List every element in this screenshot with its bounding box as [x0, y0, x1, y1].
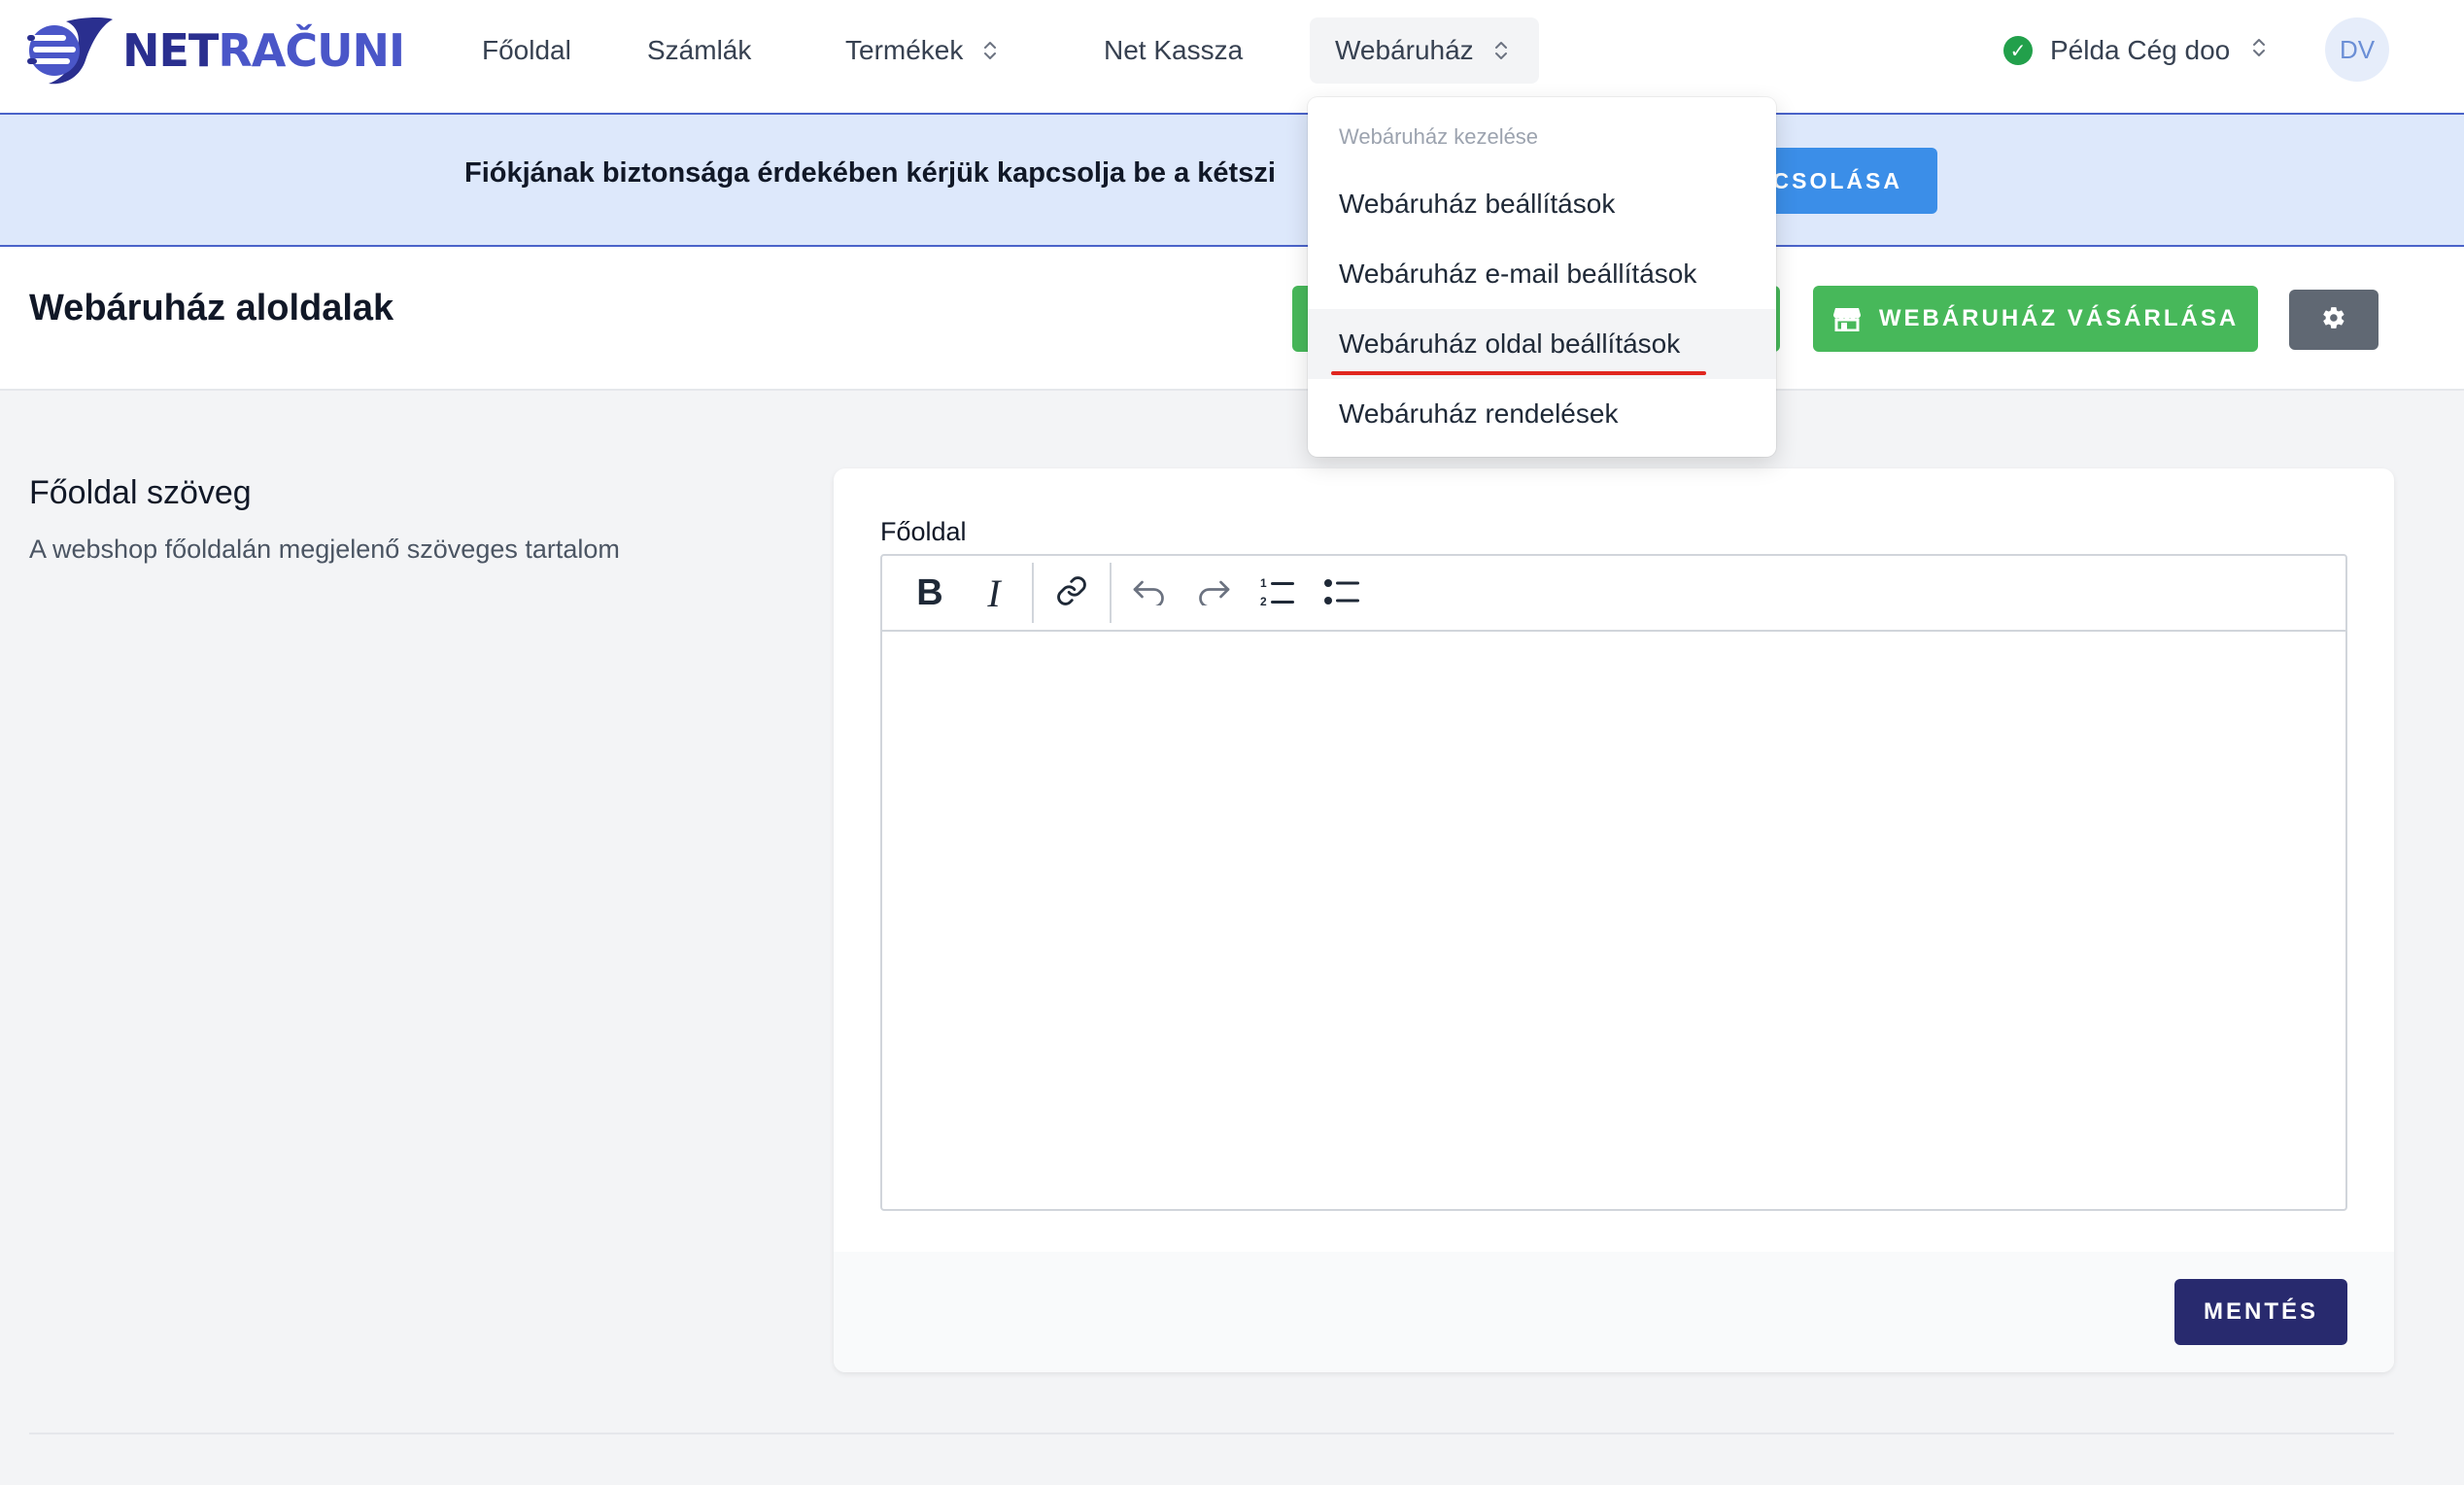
chevron-up-down-icon — [982, 39, 998, 62]
editor-label: Főoldal — [880, 517, 967, 546]
chevron-up-down-icon — [1493, 39, 1509, 62]
svg-text:2: 2 — [1260, 595, 1267, 607]
nav-item-label: Számlák — [647, 35, 752, 65]
undo-button[interactable] — [1117, 561, 1181, 625]
toolbar-divider — [1032, 563, 1034, 623]
link-button[interactable] — [1040, 561, 1104, 625]
save-button[interactable]: MENTÉS — [2174, 1279, 2347, 1345]
bold-button[interactable]: B — [898, 561, 962, 625]
ordered-list-button[interactable]: 1 2 — [1246, 561, 1310, 625]
editor-toolbar: B I 1 2 — [882, 556, 2345, 632]
section-title: Főoldal szöveg — [29, 474, 252, 511]
chevron-up-down-icon — [2251, 35, 2267, 66]
section-description: A webshop főoldalán megjelenő szöveges t… — [29, 535, 620, 564]
nav-item-invoices[interactable]: Számlák — [622, 17, 776, 84]
security-banner: Fiókjának biztonsága érdekében kérjük ka… — [0, 115, 2464, 247]
brand-name: NETRAČUNI — [122, 24, 405, 77]
top-navbar: NETRAČUNI Főoldal Számlák Termékek Net K… — [0, 0, 2464, 115]
menu-item-label: Webáruház e-mail beállítások — [1339, 259, 1697, 289]
dropdown-section-header: Webáruház kezelése — [1339, 124, 1539, 149]
homepage-text-card: Főoldal B I 1 2 MENTÉS — [834, 468, 2394, 1372]
italic-icon: I — [987, 570, 1001, 615]
store-icon — [1832, 306, 1862, 331]
company-name: Példa Cég doo — [2050, 35, 2231, 65]
nav-item-label: Főoldal — [482, 35, 571, 65]
menu-item-label: Webáruház oldal beállítások — [1339, 328, 1681, 359]
nav-item-net-kassza[interactable]: Net Kassza — [1078, 17, 1268, 84]
editor-content-area[interactable] — [882, 632, 2345, 1209]
menu-item-webshop-orders[interactable]: Webáruház rendelések — [1308, 379, 1776, 449]
nav-item-label: Termékek — [845, 35, 964, 65]
buy-webshop-label: WEBÁRUHÁZ VÁSÁRLÁSA — [1878, 305, 2240, 331]
brand-logo[interactable]: NETRAČUNI — [27, 14, 405, 87]
gear-icon — [2321, 305, 2346, 335]
nav-item-products[interactable]: Termékek — [820, 17, 1023, 84]
ordered-list-icon: 1 2 — [1259, 574, 1296, 612]
company-selector[interactable]: ✓ Példa Cég doo — [2003, 17, 2267, 84]
rich-text-editor: B I 1 2 — [880, 554, 2347, 1211]
webshop-dropdown-menu: Webáruház kezelése Webáruház beállítások… — [1308, 97, 1776, 457]
bold-icon: B — [916, 571, 943, 613]
settings-button[interactable] — [2289, 290, 2378, 350]
page-header: Webáruház aloldalak WEBÁRUHÁZ VÁSÁRLÁSA — [0, 247, 2464, 391]
toolbar-divider — [1110, 563, 1112, 623]
nav-item-label: Net Kassza — [1104, 35, 1244, 65]
menu-item-webshop-settings[interactable]: Webáruház beállítások — [1308, 169, 1776, 239]
undo-icon — [1132, 576, 1167, 610]
nav-item-webshop[interactable]: Webáruház — [1310, 17, 1539, 84]
bullet-list-button[interactable] — [1310, 561, 1374, 625]
user-avatar[interactable]: DV — [2325, 17, 2389, 82]
nav-item-label: Webáruház — [1335, 35, 1474, 65]
card-footer: MENTÉS — [834, 1252, 2394, 1372]
divider — [29, 1433, 2394, 1434]
highlight-underline — [1331, 371, 1706, 375]
logo-mark-icon — [27, 17, 113, 85]
menu-item-webshop-page-settings[interactable]: Webáruház oldal beállítások — [1308, 309, 1776, 379]
page-title: Webáruház aloldalak — [29, 288, 394, 328]
svg-text:1: 1 — [1260, 576, 1267, 590]
nav-item-home[interactable]: Főoldal — [457, 17, 597, 84]
bullet-list-icon — [1323, 574, 1360, 612]
link-icon — [1055, 574, 1088, 612]
menu-item-label: Webáruház rendelések — [1339, 398, 1619, 429]
redo-button[interactable] — [1181, 561, 1246, 625]
check-circle-icon: ✓ — [2003, 36, 2033, 65]
menu-item-webshop-email-settings[interactable]: Webáruház e-mail beállítások — [1308, 239, 1776, 309]
menu-item-label: Webáruház beállítások — [1339, 189, 1616, 219]
banner-text: Fiókjának biztonsága érdekében kérjük ka… — [464, 157, 1276, 189]
buy-webshop-button[interactable]: WEBÁRUHÁZ VÁSÁRLÁSA — [1813, 286, 2258, 352]
redo-icon — [1196, 576, 1231, 610]
italic-button[interactable]: I — [962, 561, 1026, 625]
